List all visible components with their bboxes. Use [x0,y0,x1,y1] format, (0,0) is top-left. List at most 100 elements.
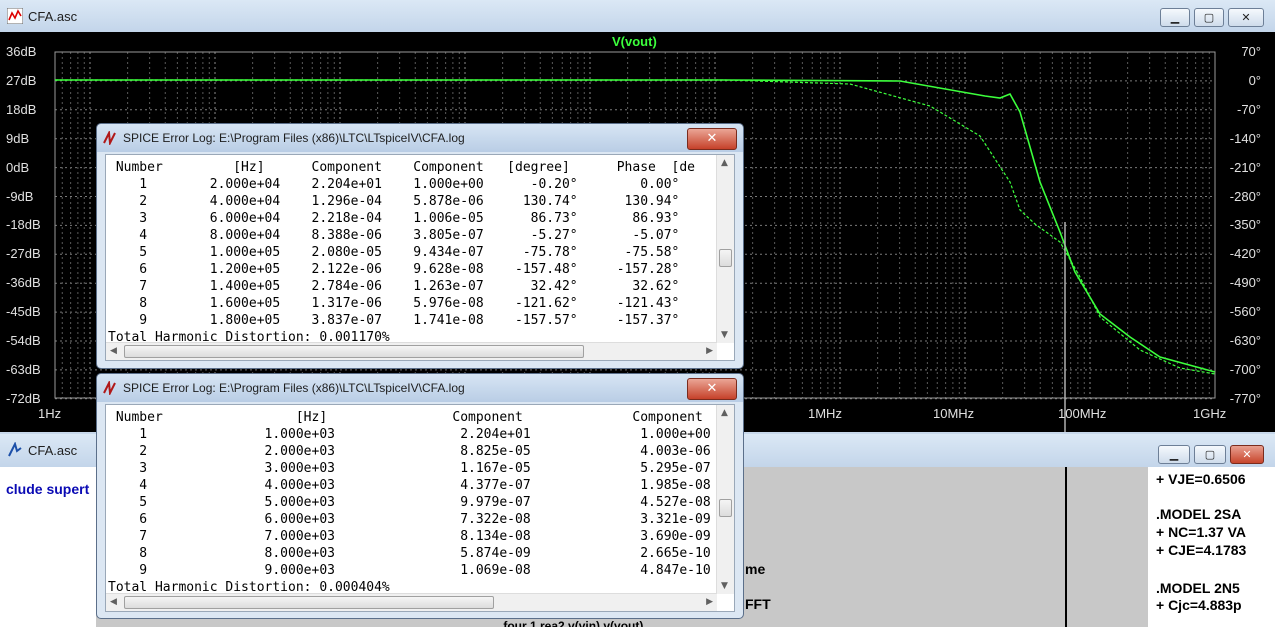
log-row: 8 1.600e+05 1.317e-06 5.976e-08 -121.62°… [139,296,680,311]
x-axis-tick-label: 1GHz [1193,406,1227,421]
error-log-1-text-area[interactable]: Number [Hz] Component Component [degree]… [105,154,735,361]
scroll-thumb[interactable] [719,249,732,267]
error-log-dialog-1: SPICE Error Log: E:\Program Files (x86)\… [96,123,744,369]
scroll-right-arrow-icon[interactable]: ▶ [706,346,713,356]
phase-axis-tick-label: -350° [1229,217,1261,233]
close-button[interactable]: ✕ [1228,8,1264,27]
log-row: 7 1.400e+05 2.784e-06 1.263e-07 32.42° 3… [139,279,680,294]
maximize-button[interactable]: ▢ [1194,8,1224,27]
y-axis-tick-label: -27dB [6,246,41,262]
log-row: 1 1.000e+03 2.204e+01 1.000e+00 [139,427,711,442]
log-row: 1 2.000e+04 2.204e+01 1.000e+00 -0.20° 0… [139,177,680,192]
phase-axis-tick-label: 70° [1241,44,1261,59]
phase-axis-tick-label: 0° [1248,72,1261,88]
phase-axis-tick-label: -560° [1229,304,1261,320]
phase-axis-tick-label: -210° [1229,159,1261,175]
phase-axis-tick-label: -140° [1229,130,1261,146]
schematic-wire [1065,467,1067,627]
error-log-dialog-2: SPICE Error Log: E:\Program Files (x86)\… [96,373,744,619]
log-row: 4 4.000e+03 4.377e-07 1.985e-08 [139,478,711,493]
spice-model-line[interactable]: .MODEL 2N5 [1156,580,1240,596]
error-log-1-content: Number [Hz] Component Component [degree]… [108,159,695,346]
error-log-2-vertical-scrollbar[interactable]: ▲ ▼ [716,405,734,594]
log-row: 8 8.000e+03 5.874e-09 2.665e-10 [139,546,711,561]
scroll-thumb[interactable] [124,596,494,609]
log-row: 9 9.000e+03 1.069e-08 4.847e-10 [139,563,711,578]
trace-label-vout[interactable]: V(vout) [612,34,657,49]
scroll-left-arrow-icon[interactable]: ◀ [110,597,117,607]
schematic-maximize-button[interactable]: ▢ [1194,445,1226,464]
phase-axis-tick-label: -630° [1229,333,1261,348]
waveform-app-icon [7,8,23,24]
log-row: 6 6.000e+03 7.322e-08 3.321e-09 [139,512,711,527]
scroll-up-arrow-icon[interactable]: ▲ [721,408,728,418]
phase-axis-tick-label: -70° [1237,101,1261,117]
log-row: 2 4.000e+04 1.296e-04 5.878e-06 130.74° … [139,194,680,209]
phase-axis-tick-label: -420° [1229,246,1261,262]
y-axis-tick-label: 9dB [6,130,30,146]
error-log-2-horizontal-scrollbar[interactable]: ◀ ▶ [106,593,717,611]
schematic-text-fragment[interactable]: me [745,561,765,577]
plot-window-title: CFA.asc [28,9,78,24]
error-log-1-title: SPICE Error Log: E:\Program Files (x86)\… [123,131,465,145]
schematic-minimize-button[interactable]: ▁ [1158,445,1190,464]
log-row: 7 7.000e+03 8.134e-08 3.690e-09 [139,529,711,544]
scroll-down-arrow-icon[interactable]: ▼ [721,330,728,340]
x-axis-tick-label: 10MHz [933,406,975,421]
ltspice-icon [103,381,116,395]
schematic-text-fragment[interactable]: FFT [745,596,771,612]
error-log-2-text-area[interactable]: Number [Hz] Component Component 1 1.000e… [105,404,735,612]
error-log-2-close-button[interactable]: ✕ [687,378,737,400]
spice-directive-include[interactable]: clude supert [6,481,89,497]
schematic-close-button[interactable]: ✕ [1230,445,1264,464]
scroll-left-arrow-icon[interactable]: ◀ [110,346,117,356]
y-axis-tick-label: 36dB [6,44,37,59]
log-row: 5 5.000e+03 9.979e-07 4.527e-08 [139,495,711,510]
y-axis-tick-label: -18dB [6,217,41,233]
scroll-up-arrow-icon[interactable]: ▲ [721,158,728,168]
schematic-window-title: CFA.asc [28,443,78,458]
phase-axis-tick-label: -490° [1229,275,1261,291]
phase-axis-tick-label: -280° [1229,188,1261,204]
log-row: 6 1.200e+05 2.122e-06 9.628e-08 -157.48°… [139,262,680,277]
minimize-button[interactable]: ▁ [1160,8,1190,27]
log-row: 9 1.800e+05 3.837e-07 1.741e-08 -157.57°… [139,313,680,328]
log-row: 3 3.000e+03 1.167e-05 5.295e-07 [139,461,711,476]
y-axis-tick-label: -72dB [6,390,41,406]
error-log-1-vertical-scrollbar[interactable]: ▲ ▼ [716,155,734,343]
error-log-2-title: SPICE Error Log: E:\Program Files (x86)\… [123,381,465,395]
error-log-2-titlebar[interactable]: SPICE Error Log: E:\Program Files (x86)\… [97,374,743,402]
spice-model-line[interactable]: + VJE=0.6506 [1156,471,1246,487]
scroll-thumb[interactable] [719,499,732,517]
scroll-down-arrow-icon[interactable]: ▼ [721,581,728,591]
y-axis-tick-label: -54dB [6,333,41,348]
x-axis-tick-label: 100MHz [1058,406,1107,421]
y-axis-tick-label: 0dB [6,159,30,175]
spice-model-line[interactable]: + Cjc=4.883p [1156,597,1242,613]
y-axis-tick-label: -36dB [6,275,41,291]
y-axis-tick-label: -9dB [6,188,34,204]
x-axis-tick-label: 1MHz [808,406,842,421]
log-header-row: Number [Hz] Component Component [115,410,703,425]
spice-model-line[interactable]: .MODEL 2SA [1156,506,1241,522]
schematic-app-icon [8,442,22,457]
error-log-2-content: Number [Hz] Component Component 1 1.000e… [108,409,711,596]
scroll-thumb[interactable] [124,345,584,358]
y-axis-tick-label: 18dB [6,101,37,117]
log-header-row: Number [Hz] Component Component [degree]… [115,160,695,175]
log-row: 5 1.000e+05 2.080e-05 9.434e-07 -75.78° … [139,245,680,260]
error-log-1-close-button[interactable]: ✕ [687,128,737,150]
y-axis-tick-label: -63dB [6,361,41,377]
error-log-1-titlebar[interactable]: SPICE Error Log: E:\Program Files (x86)\… [97,124,743,152]
y-axis-tick-label: -45dB [6,304,41,320]
spice-directive-four[interactable]: .four 1 rea2 v(vin) v(vout) [500,619,643,627]
spice-model-line[interactable]: + NC=1.37 VA [1156,524,1246,540]
plot-window-titlebar[interactable]: CFA.asc ▁ ▢ ✕ [0,0,1275,32]
scroll-right-arrow-icon[interactable]: ▶ [706,597,713,607]
spice-model-line[interactable]: + CJE=4.1783 [1156,542,1246,558]
log-row: 4 8.000e+04 8.388e-06 3.805e-07 -5.27° -… [139,228,680,243]
y-axis-tick-label: 27dB [6,72,37,88]
phase-axis-tick-label: -700° [1229,361,1261,377]
error-log-1-horizontal-scrollbar[interactable]: ◀ ▶ [106,342,717,360]
log-row: 3 6.000e+04 2.218e-04 1.006e-05 86.73° 8… [139,211,680,226]
